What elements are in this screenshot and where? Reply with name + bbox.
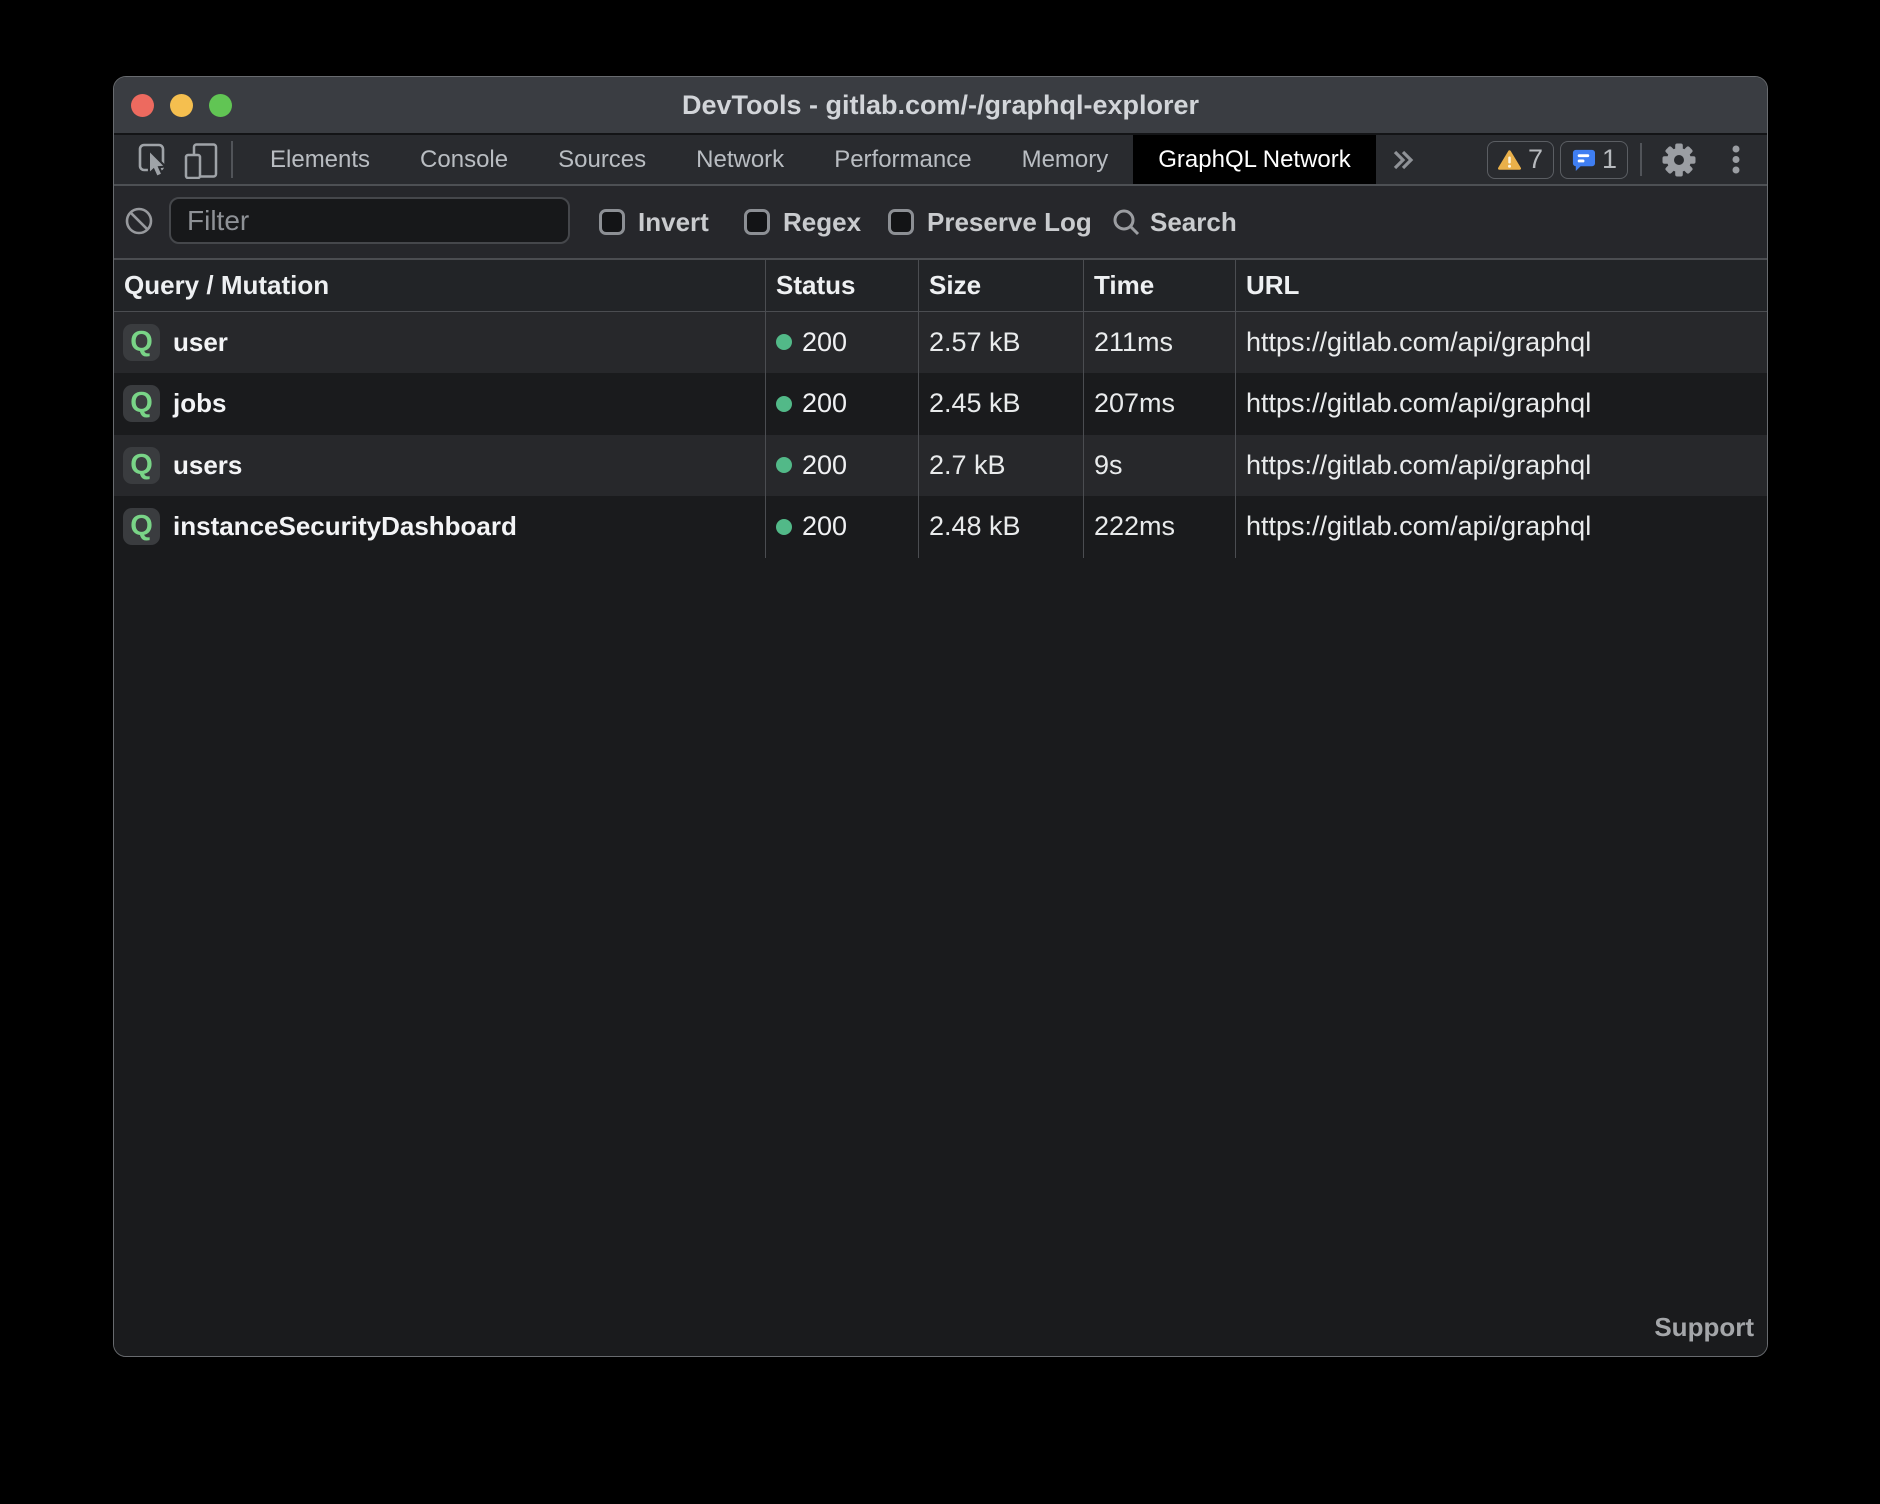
devtools-tab-bar: Elements Console Sources Network Perform… <box>114 135 1767 186</box>
requests-table: Query / Mutation Status Size Time URL Q … <box>114 260 1767 1356</box>
cell-status: 200 <box>776 496 847 558</box>
cell-status: 200 <box>776 435 847 497</box>
tab-elements[interactable]: Elements <box>245 135 395 184</box>
table-row[interactable]: Q user 200 2.57 kB 211ms https://gitlab.… <box>114 312 1767 374</box>
window-title: DevTools - gitlab.com/-/graphql-explorer <box>682 90 1199 121</box>
cell-query-name: user <box>173 312 228 374</box>
issues-badge[interactable]: 1 <box>1560 141 1628 179</box>
tab-memory[interactable]: Memory <box>997 135 1134 184</box>
column-header-time[interactable]: Time <box>1094 260 1154 311</box>
invert-checkbox-group[interactable]: Invert <box>599 186 709 258</box>
close-button[interactable] <box>131 94 154 117</box>
minimize-button[interactable] <box>170 94 193 117</box>
cell-size: 2.57 kB <box>929 312 1021 374</box>
clear-icon[interactable] <box>124 206 154 236</box>
cell-query-name: users <box>173 435 242 497</box>
cell-size: 2.7 kB <box>929 435 1006 497</box>
support-link[interactable]: Support <box>1654 1312 1754 1343</box>
more-tabs-button[interactable] <box>1376 135 1430 184</box>
invert-label: Invert <box>638 207 709 238</box>
devtools-window: DevTools - gitlab.com/-/graphql-explorer… <box>113 76 1768 1357</box>
cell-size: 2.48 kB <box>929 496 1021 558</box>
regex-checkbox[interactable] <box>744 209 770 235</box>
column-divider[interactable] <box>1083 260 1084 558</box>
status-ok-dot <box>776 519 792 535</box>
search-icon <box>1111 207 1141 237</box>
status-ok-dot <box>776 396 792 412</box>
cell-url: https://gitlab.com/api/graphql <box>1246 312 1591 374</box>
regex-label: Regex <box>783 207 861 238</box>
table-row[interactable]: Q jobs 200 2.45 kB 207ms https://gitlab.… <box>114 373 1767 435</box>
cell-url: https://gitlab.com/api/graphql <box>1246 373 1591 435</box>
warning-triangle-icon <box>1498 149 1521 171</box>
settings-gear-icon[interactable] <box>1662 143 1696 177</box>
tab-performance[interactable]: Performance <box>809 135 996 184</box>
cell-time: 211ms <box>1094 312 1173 374</box>
table-header: Query / Mutation Status Size Time URL <box>114 260 1767 312</box>
kebab-menu-icon[interactable] <box>1732 145 1740 175</box>
cell-time: 207ms <box>1094 373 1175 435</box>
block-circle-glyph <box>124 206 154 236</box>
inspect-cursor-glyph <box>137 141 173 179</box>
cell-query-name: jobs <box>173 373 226 435</box>
query-type-badge: Q <box>123 385 160 422</box>
regex-checkbox-group[interactable]: Regex <box>744 186 861 258</box>
query-type-badge: Q <box>123 508 160 545</box>
table-row[interactable]: Q instanceSecurityDashboard 200 2.48 kB … <box>114 496 1767 558</box>
tab-graphql-network[interactable]: GraphQL Network <box>1133 135 1376 184</box>
column-header-status[interactable]: Status <box>776 260 855 311</box>
message-bubble-icon <box>1571 148 1595 172</box>
column-divider[interactable] <box>918 260 919 558</box>
status-ok-dot <box>776 457 792 473</box>
filter-toolbar: Invert Regex Preserve Log Search <box>114 186 1767 260</box>
cell-time: 9s <box>1094 435 1123 497</box>
column-header-url[interactable]: URL <box>1246 260 1299 311</box>
cell-url: https://gitlab.com/api/graphql <box>1246 496 1591 558</box>
panel-tabs: Elements Console Sources Network Perform… <box>245 135 1376 184</box>
warning-count: 7 <box>1528 144 1543 175</box>
tabbar-right-divider <box>1640 143 1642 176</box>
table-row[interactable]: Q users 200 2.7 kB 9s https://gitlab.com… <box>114 435 1767 497</box>
title-bar: DevTools - gitlab.com/-/graphql-explorer <box>114 77 1767 135</box>
preserve-log-label: Preserve Log <box>927 207 1092 238</box>
table-body: Q user 200 2.57 kB 211ms https://gitlab.… <box>114 312 1767 558</box>
query-type-badge: Q <box>123 324 160 361</box>
tabbar-divider <box>231 141 233 178</box>
invert-checkbox[interactable] <box>599 209 625 235</box>
column-header-size[interactable]: Size <box>929 260 981 311</box>
column-divider[interactable] <box>765 260 766 558</box>
column-header-query[interactable]: Query / Mutation <box>124 260 329 311</box>
cell-status: 200 <box>776 312 847 374</box>
tab-sources[interactable]: Sources <box>533 135 671 184</box>
inspect-element-icon[interactable] <box>133 141 177 179</box>
cell-url: https://gitlab.com/api/graphql <box>1246 435 1591 497</box>
warnings-badge[interactable]: 7 <box>1487 141 1554 179</box>
device-toolbar-icon[interactable] <box>177 141 223 179</box>
preserve-log-checkbox-group[interactable]: Preserve Log <box>888 186 1092 258</box>
cell-time: 222ms <box>1094 496 1175 558</box>
message-count: 1 <box>1602 144 1617 175</box>
column-divider[interactable] <box>1235 260 1236 558</box>
status-ok-dot <box>776 334 792 350</box>
tab-console[interactable]: Console <box>395 135 533 184</box>
gear-glyph <box>1662 143 1696 177</box>
search-label: Search <box>1150 207 1237 238</box>
cell-size: 2.45 kB <box>929 373 1021 435</box>
filter-input[interactable] <box>169 197 570 244</box>
double-chevron-right-icon <box>1392 149 1414 171</box>
cell-query-name: instanceSecurityDashboard <box>173 496 517 558</box>
device-toolbar-glyph <box>182 141 218 179</box>
tab-network[interactable]: Network <box>671 135 809 184</box>
search-button[interactable]: Search <box>1111 186 1237 258</box>
kebab-glyph <box>1732 145 1740 175</box>
cell-status: 200 <box>776 373 847 435</box>
preserve-log-checkbox[interactable] <box>888 209 914 235</box>
query-type-badge: Q <box>123 447 160 484</box>
zoom-button[interactable] <box>209 94 232 117</box>
traffic-lights <box>131 94 232 117</box>
